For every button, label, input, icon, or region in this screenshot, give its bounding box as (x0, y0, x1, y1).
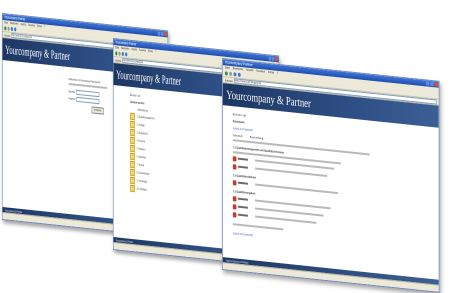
close-button[interactable] (275, 57, 278, 62)
menu-tools[interactable]: Extras (268, 70, 274, 76)
folder-icon (130, 152, 135, 160)
back-icon[interactable] (224, 71, 228, 76)
folder-icon (130, 112, 135, 120)
window-title: Yourcompany Partner (115, 39, 137, 47)
browser-window-documents: Yourcompany Partner Datei Bearbeiten Ans… (222, 58, 440, 293)
forward-icon[interactable] (118, 51, 121, 56)
window-title: Yourcompany Partner (4, 14, 26, 22)
text-line (237, 165, 248, 169)
home-icon[interactable] (125, 52, 128, 57)
toc-item-label: 6. Marketing (136, 154, 146, 160)
menu-help[interactable]: ? (277, 71, 278, 76)
menu-edit[interactable]: Bearbeiten (10, 21, 18, 27)
address-label: Adresse (115, 57, 122, 63)
refresh-icon[interactable] (10, 26, 13, 32)
menu-view[interactable]: Ansicht (20, 22, 25, 28)
back-icon[interactable] (4, 26, 7, 31)
menu-help[interactable]: ? (155, 49, 156, 54)
screenshot-root: { "windows": [ { "title": "Yourcompany P… (0, 0, 453, 293)
password-field[interactable] (76, 96, 100, 105)
refresh-icon[interactable] (233, 72, 237, 77)
address-label: Adresse (4, 32, 11, 38)
toc-item-label: 2. Verträge (136, 122, 145, 128)
text-line (232, 223, 284, 231)
menu-tools[interactable]: Extras (148, 49, 153, 54)
column-description: Beschreibung (249, 134, 264, 141)
column-document: Dokument (232, 133, 243, 139)
menu-favorites[interactable]: Favoriten (28, 23, 35, 29)
text-line (237, 197, 248, 201)
toc-item-label: 7. Technik (136, 162, 145, 168)
toc-item-label: 4. Personal (136, 138, 146, 144)
menu-edit[interactable]: Bearbeiten (121, 46, 129, 52)
menu-view[interactable]: Ansicht (131, 47, 136, 53)
minimize-button[interactable] (425, 81, 430, 86)
menu-file[interactable]: Datei (225, 65, 230, 71)
text-line (237, 181, 248, 185)
folder-icon (130, 120, 135, 128)
home-icon[interactable] (237, 72, 241, 77)
close-button[interactable] (434, 82, 438, 87)
user-label: Benutzer: (68, 89, 76, 95)
pdf-icon (232, 203, 237, 210)
pdf-icon (232, 163, 237, 170)
login-button[interactable]: Anmelden (91, 106, 104, 115)
password-label: Passwort: (68, 96, 76, 102)
folder-icon (130, 160, 135, 168)
toc-item-label: 10. Sonstiges (136, 186, 147, 192)
folder-icon (130, 176, 135, 184)
menu-tools[interactable]: Extras (37, 24, 42, 29)
text-line (237, 213, 248, 217)
forward-icon[interactable] (7, 26, 10, 31)
address-label: Adresse (224, 77, 233, 83)
menu-file[interactable]: Datei (115, 45, 119, 50)
back-icon[interactable] (115, 51, 118, 56)
text-line (237, 157, 248, 161)
pdf-icon (232, 211, 237, 218)
toc-item-label: 3. Organisation (136, 130, 148, 136)
folder-icon (130, 168, 135, 176)
menu-help[interactable]: ? (44, 24, 45, 29)
home-icon[interactable] (14, 27, 17, 32)
menu-view[interactable]: Ansicht (246, 68, 253, 74)
toc-item-label: 5. Finanzen (136, 146, 146, 152)
menu-favorites[interactable]: Favoriten (139, 48, 146, 54)
menu-file[interactable]: Datei (4, 20, 8, 25)
maximize-button[interactable] (430, 81, 434, 87)
folder-icon (130, 128, 135, 136)
refresh-icon[interactable] (121, 51, 124, 57)
folder-icon (130, 144, 135, 152)
toc-item-label: 1. Qualitätsmanagement (136, 114, 155, 121)
close-button[interactable] (164, 32, 167, 37)
toc-item-label: 9. Schulungen (136, 178, 148, 184)
documents-content: Benutzer: ape Dokumente Zurück zur Übers… (223, 105, 439, 263)
text-line (237, 205, 248, 209)
folder-icon (130, 136, 135, 144)
forward-icon[interactable] (229, 71, 233, 77)
toc-item-label: 8. Dokumentation (136, 170, 150, 176)
pdf-icon (232, 179, 237, 186)
folder-icon (130, 184, 135, 192)
username-field[interactable] (76, 89, 100, 98)
pdf-icon (232, 195, 237, 202)
pdf-icon (232, 155, 237, 162)
